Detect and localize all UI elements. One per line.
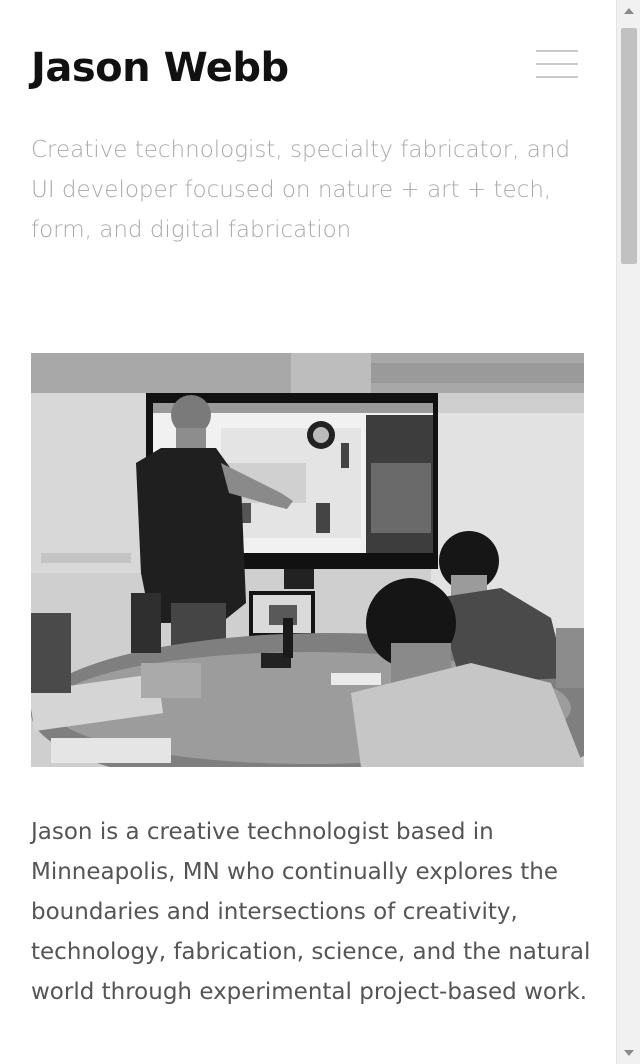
menu-bar bbox=[536, 63, 578, 65]
menu-bar bbox=[536, 76, 578, 78]
photo-presentation-image bbox=[31, 353, 584, 767]
scroll-down-arrow-icon[interactable] bbox=[624, 1050, 634, 1056]
vertical-scrollbar[interactable] bbox=[616, 0, 640, 1064]
hamburger-menu-icon[interactable] bbox=[536, 50, 578, 80]
menu-bar bbox=[536, 50, 578, 52]
tagline: Creative technologist, specialty fabrica… bbox=[31, 137, 571, 243]
page: Jason Webb Creative technologist, specia… bbox=[0, 0, 616, 1064]
scrollbar-thumb[interactable] bbox=[621, 28, 637, 264]
hero-photo bbox=[31, 353, 584, 767]
scroll-up-arrow-icon[interactable] bbox=[624, 8, 634, 14]
site-title[interactable]: Jason Webb bbox=[31, 40, 289, 96]
bio-paragraph: Jason is a creative technologist based i… bbox=[31, 819, 591, 1005]
